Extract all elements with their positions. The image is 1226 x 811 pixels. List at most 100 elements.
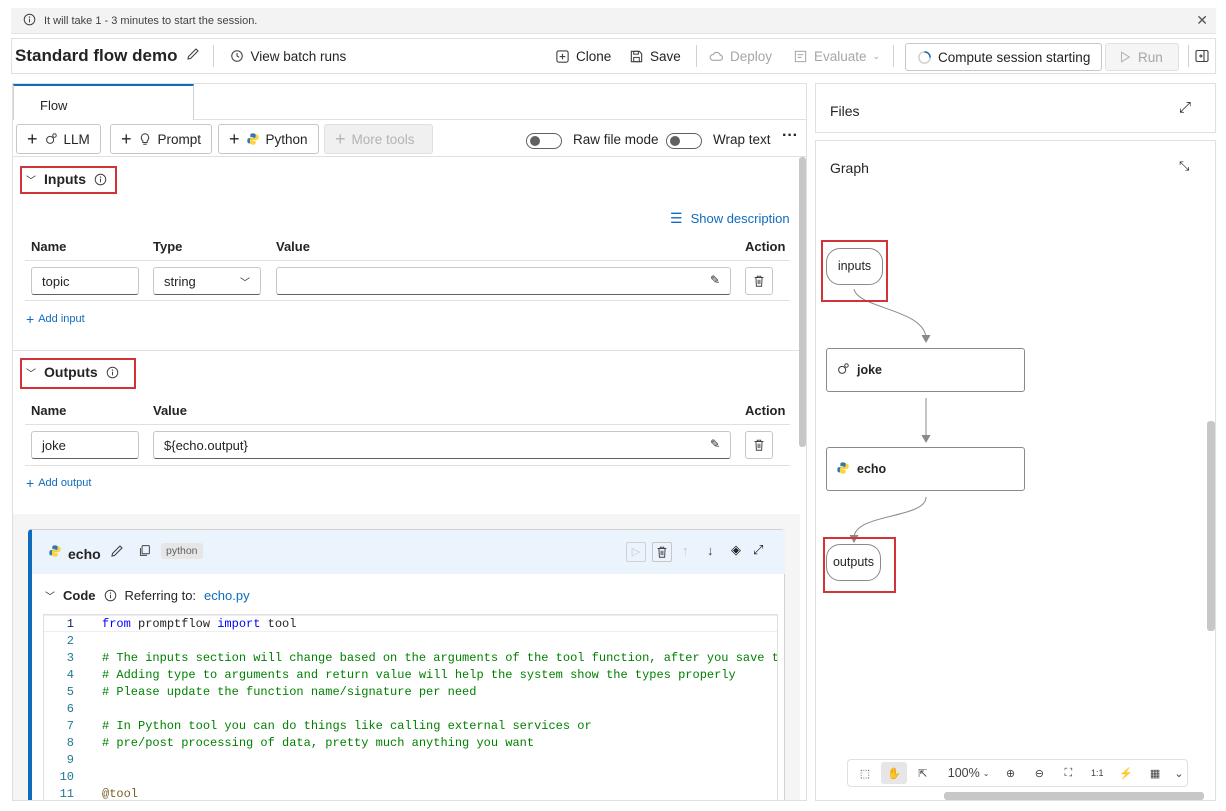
expand-icon[interactable]: ⤢ <box>1179 99 1191 116</box>
graph-node-inputs[interactable]: inputs <box>826 248 883 285</box>
copy-icon[interactable] <box>138 544 151 562</box>
graph-vertical-scrollbar[interactable] <box>1207 421 1215 631</box>
evaluate-label: Evaluate <box>814 48 867 64</box>
auto-layout-icon[interactable]: ⚡ <box>1113 762 1139 784</box>
graph-node-echo[interactable]: echo <box>826 447 1025 491</box>
edit-title-icon[interactable] <box>185 46 201 67</box>
toolbar-divider <box>696 45 697 67</box>
outputs-col-value: Value <box>153 403 187 418</box>
add-input-button[interactable]: + Add input <box>26 311 85 327</box>
output-value: ${echo.output} <box>164 438 248 453</box>
evaluate-icon <box>794 50 807 62</box>
run-button[interactable]: Run <box>1105 43 1179 71</box>
raw-file-mode-toggle[interactable] <box>526 133 562 149</box>
panel-toggle-icon[interactable] <box>1194 48 1210 69</box>
scrollbar[interactable] <box>799 157 806 447</box>
chevron-down-icon: ﹀ <box>26 175 36 187</box>
code-line: from promptflow import tool <box>102 617 296 631</box>
tab-flow[interactable]: Flow <box>13 84 194 120</box>
edit-text-icon[interactable]: ✎ <box>710 273 720 287</box>
graph-node-echo-label: echo <box>857 462 887 476</box>
chevron-down-icon[interactable]: ⌄ <box>1171 762 1187 784</box>
pan-hand-icon[interactable]: ✋ <box>880 762 907 784</box>
divider <box>25 424 790 425</box>
clone-icon <box>556 49 569 63</box>
select-icon[interactable]: ⬚ <box>852 762 878 784</box>
deploy-button[interactable]: Deploy <box>709 49 772 64</box>
delete-output-button[interactable] <box>745 431 773 459</box>
graph-horizontal-scrollbar[interactable] <box>944 792 1204 800</box>
output-value-field[interactable]: ${echo.output} ✎ <box>153 431 731 459</box>
page-title: Standard flow demo <box>15 46 178 65</box>
flow-panel: Flow + LLM + Prompt + Python + More tool… <box>12 83 807 801</box>
show-description-link[interactable]: ☰ Show description <box>670 210 790 227</box>
plus-icon: + <box>26 311 35 327</box>
toolbar-divider <box>893 45 894 67</box>
info-icon <box>94 173 107 185</box>
zoom-out-icon[interactable]: ⊖ <box>1026 762 1052 784</box>
deploy-label: Deploy <box>730 48 773 64</box>
compute-status-label: Compute session starting <box>938 49 1091 65</box>
zoom-in-icon[interactable]: ⊕ <box>998 762 1024 784</box>
inputs-col-name: Name <box>31 239 67 254</box>
llm-label: LLM <box>63 131 90 147</box>
session-banner: It will take 1 - 3 minutes to start the … <box>11 8 1216 34</box>
outputs-col-name: Name <box>31 403 67 418</box>
lightbulb-icon <box>140 133 149 145</box>
more-tools-button[interactable]: + More tools <box>324 124 433 154</box>
run-node-icon[interactable]: ▷ <box>626 542 646 562</box>
view-batch-runs-button[interactable]: View batch runs <box>230 49 346 64</box>
move-down-icon[interactable]: ↓ <box>707 543 714 558</box>
add-prompt-button[interactable]: + Prompt <box>110 124 213 154</box>
code-line-number: 11 <box>59 787 74 801</box>
close-icon[interactable]: ✕ <box>1196 12 1208 29</box>
more-options-icon[interactable]: ··· <box>782 127 798 145</box>
zoom-value: 100% <box>947 766 980 780</box>
add-input-label: Add input <box>38 313 85 325</box>
delete-input-button[interactable] <box>745 267 773 295</box>
prompt-label: Prompt <box>157 131 202 147</box>
wrap-text-toggle[interactable] <box>666 133 702 149</box>
code-label: Code <box>63 588 96 603</box>
edit-text-icon[interactable]: ✎ <box>710 437 720 451</box>
actual-size-icon[interactable]: 1:1 <box>1084 762 1110 784</box>
plus-icon: + <box>335 128 346 149</box>
divider <box>25 260 790 261</box>
graph-node-joke[interactable]: joke <box>826 348 1025 392</box>
add-output-button[interactable]: + Add output <box>26 475 91 491</box>
graph-node-outputs[interactable]: outputs <box>826 544 881 581</box>
code-section-header[interactable]: ﹀ Code Referring to: echo.py <box>45 588 250 603</box>
code-token: tool <box>260 617 297 631</box>
code-file-link[interactable]: echo.py <box>204 588 250 603</box>
edit-name-icon[interactable] <box>109 543 125 564</box>
input-name-field[interactable]: topic <box>31 267 139 295</box>
save-button[interactable]: Save <box>629 49 681 64</box>
move-up-icon[interactable]: ↑ <box>682 543 689 558</box>
code-line: @tool <box>102 787 138 800</box>
inputs-col-type: Type <box>153 239 183 254</box>
clone-button[interactable]: Clone <box>555 49 611 64</box>
zoom-level[interactable]: 100% ⌄ <box>943 762 995 784</box>
minimap-icon[interactable]: ▦ <box>1142 762 1168 784</box>
input-type-select[interactable]: string ﹀ <box>153 267 261 295</box>
add-llm-button[interactable]: + LLM <box>16 124 101 154</box>
code-editor[interactable]: 1 from promptflow import tool 2 3 # The inpu… <box>43 614 778 801</box>
trash-icon <box>754 275 764 287</box>
node-name: echo <box>68 546 101 562</box>
fit-screen-icon[interactable]: ⛶ <box>1055 762 1081 784</box>
locate-icon[interactable]: ◈ <box>731 542 741 558</box>
expand-icon[interactable]: ⤢ <box>753 542 763 558</box>
outputs-header[interactable]: ﹀ Outputs <box>26 364 119 380</box>
compute-session-button[interactable]: Compute session starting <box>905 43 1103 71</box>
chevron-down-icon: ﹀ <box>45 592 55 603</box>
add-python-button[interactable]: + Python <box>218 124 319 154</box>
python-label: Python <box>265 131 308 147</box>
pointer-icon[interactable]: ⇱ <box>910 762 936 784</box>
evaluate-button[interactable]: Evaluate ⌄ <box>793 49 880 64</box>
trash-icon[interactable] <box>652 542 672 562</box>
output-name-field[interactable]: joke <box>31 431 139 459</box>
code-token: from <box>102 617 131 631</box>
input-value-field[interactable]: ✎ <box>276 267 731 295</box>
inputs-col-action: Action <box>745 239 786 254</box>
inputs-header[interactable]: ﹀ Inputs <box>26 171 107 187</box>
